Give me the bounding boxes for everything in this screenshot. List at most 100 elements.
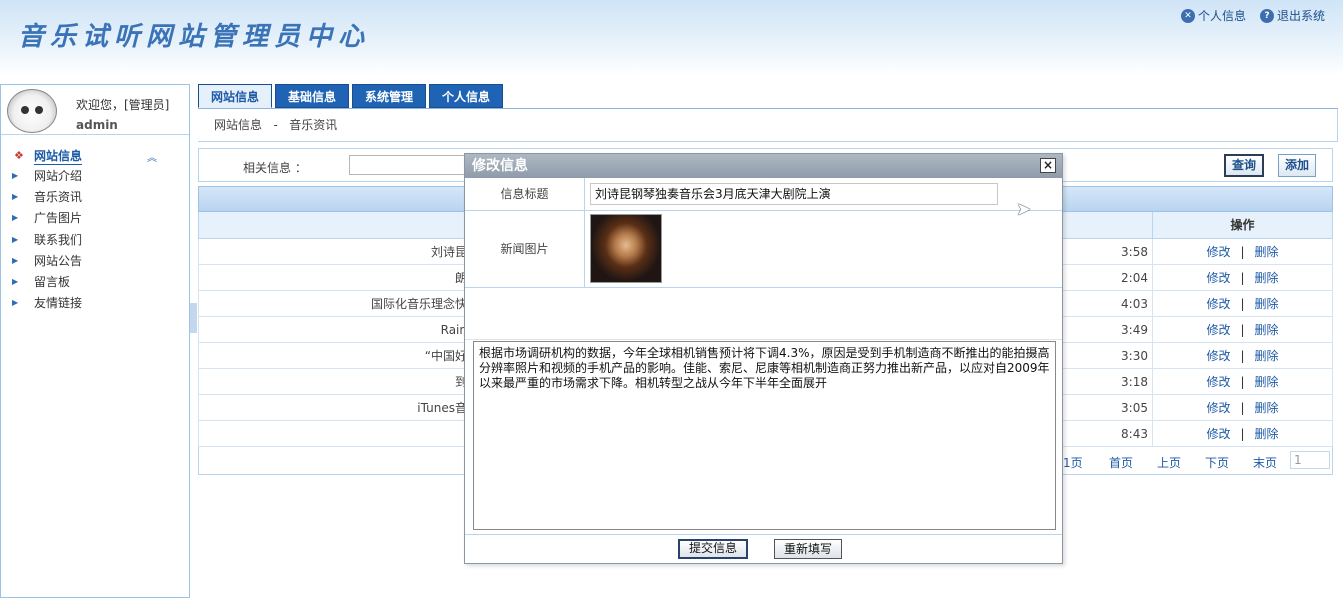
header-action: 操作 [1152, 212, 1332, 238]
welcome-text: 欢迎您，[管理员] [76, 98, 170, 112]
edit-link[interactable]: 修改 [1206, 399, 1230, 416]
sidebar-item-news[interactable]: ▶ 音乐资讯 [1, 186, 189, 207]
sidebar-item-label: 音乐资讯 [34, 190, 83, 205]
tab-personal[interactable]: 个人信息 [429, 84, 504, 108]
row-title: 刘诗昆 [430, 245, 467, 259]
image-label: 新闻图片 [465, 211, 585, 287]
tab-system[interactable]: 系统管理 [352, 84, 427, 108]
row-actions: 修改 | 删除 [1152, 291, 1332, 316]
personal-info-label: 个人信息 [1197, 9, 1246, 23]
action-separator: | [1240, 426, 1245, 441]
action-separator: | [1240, 400, 1245, 415]
action-separator: | [1240, 296, 1245, 311]
delete-link[interactable]: 删除 [1255, 373, 1279, 390]
page-number-input[interactable]: 1 [1290, 451, 1330, 469]
modal-footer: 提交信息 重新填写 [465, 534, 1062, 564]
edit-link[interactable]: 修改 [1206, 425, 1230, 442]
title-input[interactable]: 刘诗昆钢琴独奏音乐会3月底天津大剧院上演 [590, 183, 998, 205]
collapse-icon[interactable]: ︽ [147, 149, 157, 164]
logout-link[interactable]: ? 退出系统 [1259, 7, 1325, 24]
submit-button[interactable]: 提交信息 [678, 539, 749, 559]
row-title: iTunes音 [417, 401, 467, 415]
menu-head-label: 网站信息 [34, 149, 83, 165]
news-image[interactable] [590, 214, 662, 283]
delete-link[interactable]: 删除 [1255, 321, 1279, 338]
row-actions: 修改 | 删除 [1152, 317, 1332, 342]
image-row: 新闻图片 [465, 211, 1062, 288]
tab-basic-info[interactable]: 基础信息 [275, 84, 350, 108]
logout-label: 退出系统 [1276, 9, 1325, 23]
editor-toolbar [465, 288, 1062, 340]
delete-link[interactable]: 删除 [1255, 269, 1279, 286]
tab-site-info[interactable]: 网站信息 [198, 84, 273, 108]
arrow-right-icon: ▶ [12, 255, 19, 265]
row-actions: 修改 | 删除 [1152, 395, 1332, 420]
edit-link[interactable]: 修改 [1206, 373, 1230, 390]
sidebar-item-intro[interactable]: ▶ 网站介绍 [1, 165, 189, 186]
username: admin [76, 118, 118, 132]
page-header: 音乐试听网站管理员中心 ✕ 个人信息 ? 退出系统 [0, 0, 1343, 75]
user-box: 欢迎您，[管理员] admin [1, 85, 189, 135]
search-input[interactable] [349, 155, 469, 175]
sidebar-item-label: 广告图片 [34, 211, 83, 226]
edit-link[interactable]: 修改 [1206, 269, 1230, 286]
avatar [7, 89, 57, 133]
sidebar-item-ads[interactable]: ▶ 广告图片 [1, 207, 189, 228]
arrow-right-icon: ▶ [12, 192, 19, 202]
delete-link[interactable]: 删除 [1255, 399, 1279, 416]
row-title: 到 [454, 375, 467, 389]
main-tabs: 网站信息 基础信息 系统管理 个人信息 [198, 84, 504, 108]
edit-link[interactable]: 修改 [1206, 243, 1230, 260]
delete-link[interactable]: 删除 [1255, 347, 1279, 364]
pager-next[interactable]: 下页 [1205, 454, 1229, 471]
row-actions: 修改 | 删除 [1152, 239, 1332, 264]
row-actions: 修改 | 删除 [1152, 369, 1332, 394]
top-links: ✕ 个人信息 ? 退出系统 [1180, 7, 1325, 24]
action-separator: | [1240, 244, 1245, 259]
image-field [585, 211, 1062, 287]
row-title: “中国好 [424, 349, 467, 363]
page-number-value: 1 [1294, 453, 1302, 467]
pager-last[interactable]: 末页 [1253, 454, 1277, 471]
edit-link[interactable]: 修改 [1206, 295, 1230, 312]
edit-link[interactable]: 修改 [1206, 347, 1230, 364]
help-circle-icon: ? [1259, 8, 1274, 23]
content-editor[interactable]: 根据市场调研机构的数据，今年全球相机销售预计将下调4.3%，原因是受到手机制造商… [473, 341, 1056, 530]
arrow-right-icon: ▶ [12, 171, 19, 181]
search-label: 相关信息 ： [243, 161, 307, 175]
row-title: Rain [440, 323, 467, 337]
breadcrumb-page: 音乐资讯 [289, 118, 338, 132]
pager-first[interactable]: 首页 [1109, 454, 1133, 471]
menu-head[interactable]: ❖ 网站信息 ︽ [1, 147, 189, 165]
row-actions: 修改 | 删除 [1152, 265, 1332, 290]
site-title: 音乐试听网站管理员中心 [18, 22, 371, 52]
close-circle-icon: ✕ [1180, 8, 1195, 23]
sidebar-item-notice[interactable]: ▶ 网站公告 [1, 250, 189, 271]
personal-info-link[interactable]: ✕ 个人信息 [1180, 7, 1246, 24]
row-title: 国际化音乐理念快 [370, 297, 467, 311]
title-field: 刘诗昆钢琴独奏音乐会3月底天津大剧院上演 [585, 178, 1062, 210]
sidebar-item-label: 联系我们 [34, 232, 83, 247]
delete-link[interactable]: 删除 [1255, 295, 1279, 312]
sidebar-item-guestbook[interactable]: ▶ 留言板 [1, 271, 189, 292]
row-actions: 修改 | 删除 [1152, 421, 1332, 446]
add-button[interactable]: 添加 [1278, 154, 1317, 177]
sidebar-item-links[interactable]: ▶ 友情链接 [1, 292, 189, 313]
action-separator: | [1240, 374, 1245, 389]
delete-link[interactable]: 删除 [1255, 243, 1279, 260]
title-label: 信息标题 [465, 178, 585, 210]
sidebar-item-contact[interactable]: ▶ 联系我们 [1, 229, 189, 250]
menu-group-icon: ❖ [14, 149, 24, 162]
title-row: 信息标题 刘诗昆钢琴独奏音乐会3月底天津大剧院上演 [465, 178, 1062, 211]
arrow-right-icon: ▶ [12, 234, 19, 244]
delete-link[interactable]: 删除 [1255, 425, 1279, 442]
sidebar-splitter[interactable] [190, 303, 197, 333]
sidebar-item-label: 留言板 [34, 275, 71, 290]
row-title: 朗 [454, 271, 467, 285]
query-button[interactable]: 查询 [1224, 154, 1265, 177]
edit-link[interactable]: 修改 [1206, 321, 1230, 338]
reset-button[interactable]: 重新填写 [774, 539, 843, 559]
close-icon[interactable]: × [1040, 158, 1056, 173]
pager-prev[interactable]: 上页 [1157, 454, 1181, 471]
arrow-right-icon: ▶ [12, 213, 19, 223]
